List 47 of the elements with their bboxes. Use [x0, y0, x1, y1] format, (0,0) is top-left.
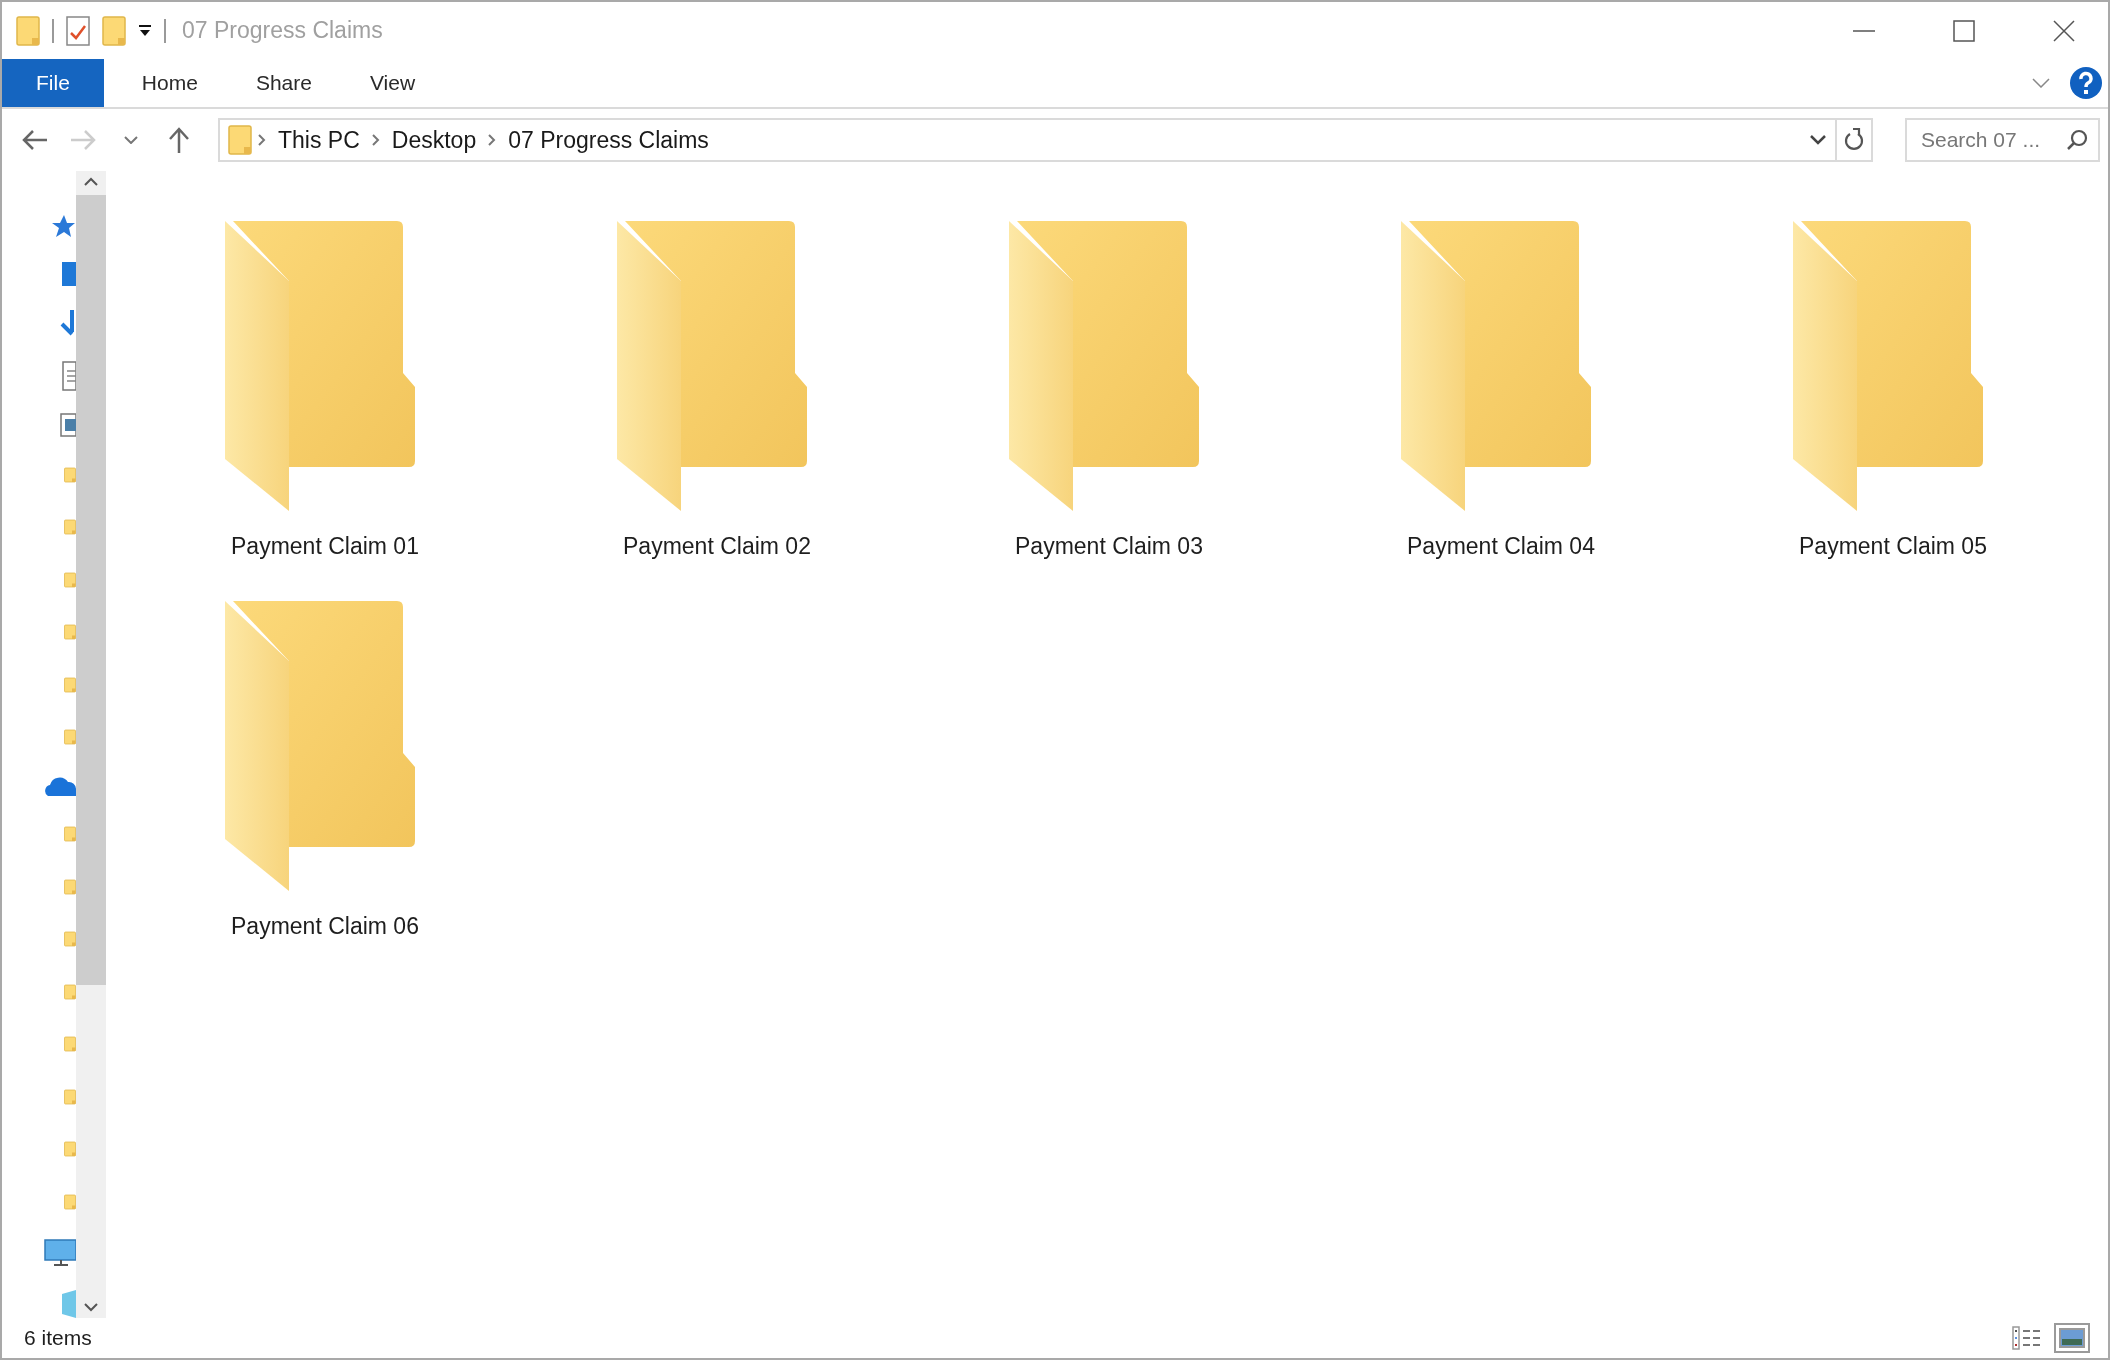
folder-name[interactable]: Payment Claim 03 — [1015, 533, 1203, 560]
scrollbar-thumb[interactable] — [76, 195, 106, 985]
dropdown-icon[interactable] — [138, 23, 152, 38]
properties-icon[interactable] — [66, 15, 90, 46]
folder-name[interactable]: Payment Claim 05 — [1799, 533, 1987, 560]
minimize-icon — [1853, 28, 1875, 33]
breadcrumb-item[interactable]: 07 Progress Claims — [502, 126, 715, 154]
chevron-icon — [488, 134, 497, 146]
close-icon — [2053, 19, 2075, 42]
up-arrow-icon — [168, 127, 190, 153]
search-field[interactable]: Search 07 ... — [1905, 118, 2100, 162]
chevron-icon — [258, 134, 266, 146]
window-title: 07 Progress Claims — [182, 17, 384, 44]
folder-icon — [102, 15, 126, 46]
monitor-icon[interactable] — [44, 1239, 76, 1267]
file-menu-tab[interactable]: File — [2, 59, 104, 107]
picture-icon[interactable] — [60, 413, 76, 437]
item-count: 6 items — [24, 1326, 93, 1350]
chevron-down-icon — [124, 136, 138, 144]
ribbon-tab[interactable]: View — [340, 59, 445, 107]
large-icons-view-icon — [2059, 1328, 2085, 1348]
help-icon[interactable] — [2070, 67, 2102, 99]
folder-icon — [16, 15, 40, 46]
dropdown-icon[interactable] — [1809, 134, 1827, 146]
ribbon-tab[interactable]: Home — [112, 59, 227, 107]
ribbon-tab[interactable]: Share — [226, 59, 341, 107]
folder-name[interactable]: Payment Claim 04 — [1407, 533, 1595, 560]
pin-icon[interactable] — [50, 213, 76, 239]
breadcrumb-item[interactable]: This PC — [272, 126, 366, 154]
folder-name[interactable]: Payment Claim 01 — [231, 533, 419, 560]
view-button[interactable] — [2054, 1323, 2090, 1353]
refresh-icon — [1844, 128, 1864, 152]
left-arrow-icon — [22, 129, 48, 151]
download-icon[interactable] — [60, 310, 76, 338]
search-icon — [2066, 129, 2088, 151]
folder-name[interactable]: Payment Claim 06 — [231, 913, 419, 940]
desktop-icon[interactable] — [62, 261, 76, 288]
folder-icon — [228, 125, 252, 155]
folder-name[interactable]: Payment Claim 02 — [623, 533, 811, 560]
address-bar[interactable]: This PC Desktop 07 Progress Claims — [218, 118, 1873, 162]
maximize-icon — [1953, 19, 1975, 42]
scrollbar[interactable] — [76, 171, 106, 1318]
document-icon[interactable] — [62, 360, 76, 391]
expand-ribbon-icon[interactable] — [2032, 78, 2050, 88]
breadcrumb-item[interactable]: Desktop — [385, 126, 483, 154]
right-arrow-icon — [70, 129, 96, 151]
chevron-icon — [371, 134, 380, 146]
